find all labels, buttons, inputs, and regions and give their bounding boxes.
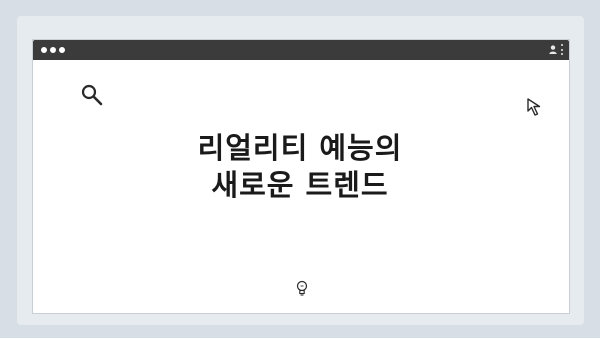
slide-title: 리얼리티 예능의 새로운 트렌드	[150, 130, 450, 204]
window-controls	[41, 47, 65, 53]
maximize-dot[interactable]	[59, 47, 65, 53]
title-line-1: 리얼리티 예능의	[197, 131, 403, 165]
minimize-dot[interactable]	[50, 47, 56, 53]
lightbulb-icon	[296, 280, 308, 296]
title-line-2: 새로운 트렌드	[211, 168, 389, 202]
close-dot[interactable]	[41, 47, 47, 53]
search-icon	[81, 84, 103, 106]
window-titlebar	[33, 40, 569, 60]
cursor-icon	[527, 98, 541, 116]
titlebar-icons	[549, 44, 563, 55]
kebab-menu-icon[interactable]	[560, 44, 563, 55]
user-icon[interactable]	[549, 45, 557, 54]
